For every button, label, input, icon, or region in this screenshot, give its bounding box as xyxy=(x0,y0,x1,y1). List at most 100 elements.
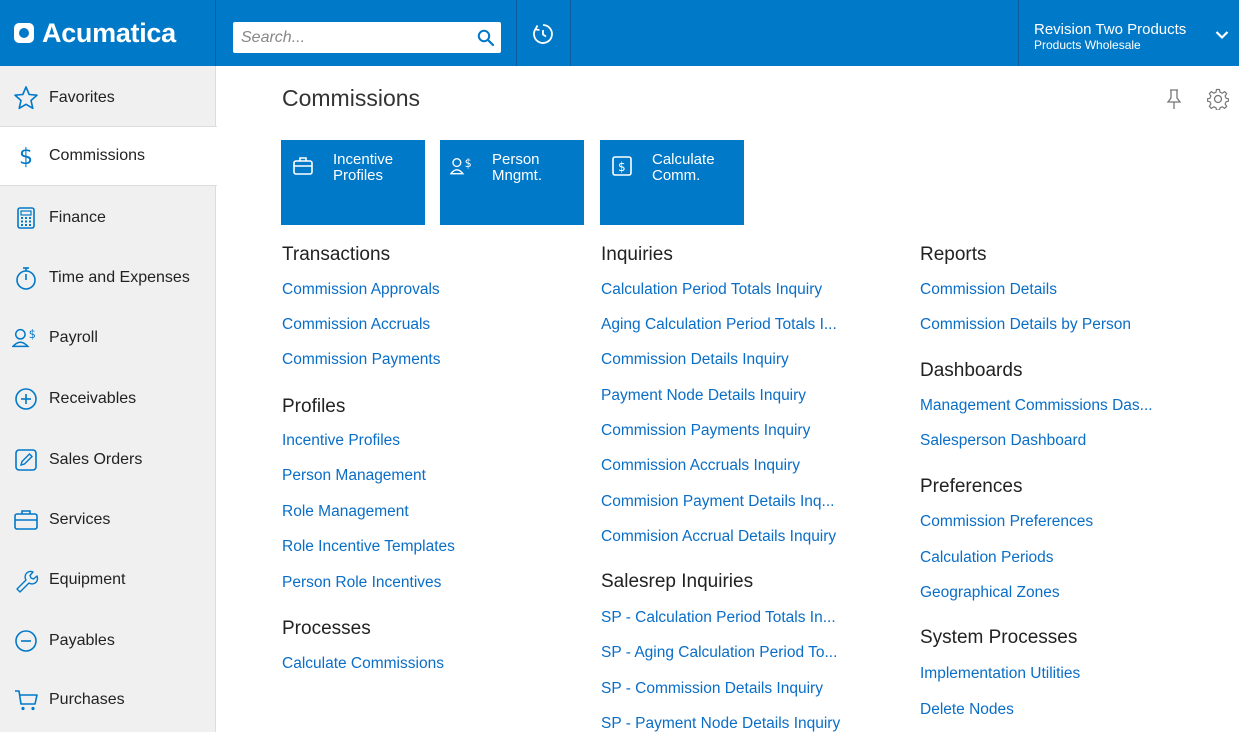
sidebar-item-label: Receivables xyxy=(49,390,137,407)
svg-text:$: $ xyxy=(465,157,472,170)
link-person-management[interactable]: Person Management xyxy=(282,467,426,485)
sidebar-item-label: Equipment xyxy=(49,571,126,588)
link-commission-details-by-person[interactable]: Commission Details by Person xyxy=(920,316,1131,334)
tile-label: Incentive Profiles xyxy=(333,151,394,184)
link-role-incentive-templates[interactable]: Role Incentive Templates xyxy=(282,538,455,556)
sidebar-item-sales-orders[interactable]: Sales Orders xyxy=(0,430,216,490)
section-title-system-processes: System Processes xyxy=(920,627,1078,648)
section-title-profiles: Profiles xyxy=(282,396,346,417)
dollar-box-icon: $ xyxy=(610,154,634,178)
company-selector[interactable]: Revision Two Products Products Wholesale xyxy=(1018,0,1239,66)
logo[interactable]: Acumatica xyxy=(0,0,216,66)
search-box xyxy=(233,22,501,53)
tile-calculate-commissions[interactable]: $ Calculate Comm. xyxy=(600,140,744,225)
link-sp-commission-details-inquiry[interactable]: SP - Commission Details Inquiry xyxy=(601,680,823,698)
company-name: Revision Two Products xyxy=(1034,21,1187,38)
sidebar-item-payables[interactable]: Payables xyxy=(0,611,216,671)
briefcase-icon xyxy=(291,154,315,178)
sidebar-item-label: Finance xyxy=(49,209,106,226)
svg-text:$: $ xyxy=(618,160,626,174)
tile-person-management[interactable]: $ Person Mngmt. xyxy=(440,140,584,225)
tile-incentive-profiles[interactable]: Incentive Profiles xyxy=(281,140,425,225)
top-bar: Acumatica Revision Two Products Products… xyxy=(0,0,1239,66)
link-geographical-zones[interactable]: Geographical Zones xyxy=(920,584,1060,602)
link-commission-preferences[interactable]: Commission Preferences xyxy=(920,513,1093,531)
link-person-role-incentives[interactable]: Person Role Incentives xyxy=(282,574,441,592)
link-role-management[interactable]: Role Management xyxy=(282,503,409,521)
link-salesperson-dashboard[interactable]: Salesperson Dashboard xyxy=(920,432,1086,450)
sidebar-item-time-and-expenses[interactable]: Time and Expenses xyxy=(0,248,216,308)
pencil-box-icon xyxy=(12,446,40,474)
chevron-down-icon xyxy=(1215,31,1229,40)
history-icon[interactable] xyxy=(516,14,570,54)
link-sp-payment-node-details-inquiry[interactable]: SP - Payment Node Details Inquiry xyxy=(601,715,840,733)
link-commision-payment-details-inquiry[interactable]: Commision Payment Details Inq... xyxy=(601,493,834,511)
gear-icon[interactable] xyxy=(1206,88,1230,115)
search-input[interactable] xyxy=(233,22,471,53)
link-payment-node-details-inquiry[interactable]: Payment Node Details Inquiry xyxy=(601,387,806,405)
page-title: Commissions xyxy=(282,85,421,111)
sidebar-item-favorites[interactable]: Favorites xyxy=(0,68,216,128)
pin-icon[interactable] xyxy=(1164,88,1184,115)
link-commission-accruals-inquiry[interactable]: Commission Accruals Inquiry xyxy=(601,457,800,475)
sidebar-item-finance[interactable]: Finance xyxy=(0,188,216,248)
person-dollar-icon: $ xyxy=(450,154,474,178)
link-aging-calculation-period-totals[interactable]: Aging Calculation Period Totals I... xyxy=(601,316,837,334)
sidebar-item-label: Purchases xyxy=(49,691,125,708)
link-implementation-utilities[interactable]: Implementation Utilities xyxy=(920,665,1080,683)
section-title-inquiries: Inquiries xyxy=(601,244,673,265)
section-title-dashboards: Dashboards xyxy=(920,360,1023,381)
sidebar-item-equipment[interactable]: Equipment xyxy=(0,550,216,610)
branch-name: Products Wholesale xyxy=(1034,38,1141,52)
link-delete-nodes[interactable]: Delete Nodes xyxy=(920,701,1014,719)
sidebar-item-services[interactable]: Services xyxy=(0,490,216,550)
link-calculate-commissions[interactable]: Calculate Commissions xyxy=(282,655,444,673)
sidebar-item-commissions[interactable]: $ Commissions xyxy=(0,126,217,186)
link-commission-payments-inquiry[interactable]: Commission Payments Inquiry xyxy=(601,422,810,440)
sidebar-item-label: Payroll xyxy=(49,329,98,346)
link-calculation-periods[interactable]: Calculation Periods xyxy=(920,549,1054,567)
link-commission-payments[interactable]: Commission Payments xyxy=(282,351,441,369)
acumatica-logo-icon xyxy=(14,23,34,43)
link-management-commissions-dashboard[interactable]: Management Commissions Das... xyxy=(920,397,1153,415)
search-icon[interactable] xyxy=(471,22,501,53)
sidebar-item-label: Payables xyxy=(49,632,115,649)
dollar-icon: $ xyxy=(12,142,40,170)
link-commission-approvals[interactable]: Commission Approvals xyxy=(282,281,440,299)
tile-label: Calculate Comm. xyxy=(652,151,715,184)
sidebar: Favorites $ Commissions Finance Time and… xyxy=(0,66,217,732)
logo-text: Acumatica xyxy=(42,17,176,48)
minus-circle-icon xyxy=(12,627,40,655)
main-content: Commissions Incentive Profiles $ Person … xyxy=(217,66,1239,732)
cart-icon xyxy=(12,686,40,714)
divider xyxy=(570,0,571,66)
link-incentive-profiles[interactable]: Incentive Profiles xyxy=(282,432,400,450)
stopwatch-icon xyxy=(12,264,40,292)
sidebar-item-label: Sales Orders xyxy=(49,451,143,468)
sidebar-item-label: Services xyxy=(49,511,111,528)
tile-label: Person Mngmt. xyxy=(492,151,543,184)
sidebar-item-payroll[interactable]: $ Payroll xyxy=(0,308,216,368)
sidebar-item-receivables[interactable]: Receivables xyxy=(0,369,216,429)
calculator-icon xyxy=(12,204,40,232)
link-sp-calculation-period-totals[interactable]: SP - Calculation Period Totals In... xyxy=(601,609,836,627)
link-calculation-period-totals-inquiry[interactable]: Calculation Period Totals Inquiry xyxy=(601,281,822,299)
link-commission-details-inquiry[interactable]: Commission Details Inquiry xyxy=(601,351,789,369)
sidebar-item-label: Commissions xyxy=(49,147,146,164)
link-commission-details[interactable]: Commission Details xyxy=(920,281,1057,299)
briefcase-icon xyxy=(12,506,40,534)
link-commision-accrual-details-inquiry[interactable]: Commision Accrual Details Inquiry xyxy=(601,528,836,546)
sidebar-item-purchases[interactable]: Purchases xyxy=(0,670,216,730)
plus-circle-icon xyxy=(12,385,40,413)
wrench-icon xyxy=(12,566,40,594)
svg-text:$: $ xyxy=(29,328,36,341)
star-icon xyxy=(12,84,40,112)
sidebar-item-label: Time and Expenses xyxy=(49,269,190,286)
section-title-transactions: Transactions xyxy=(282,244,391,265)
section-title-processes: Processes xyxy=(282,618,371,639)
person-dollar-icon: $ xyxy=(12,324,40,352)
svg-text:$: $ xyxy=(19,145,33,169)
link-sp-aging-calculation-period[interactable]: SP - Aging Calculation Period To... xyxy=(601,644,837,662)
section-title-preferences: Preferences xyxy=(920,476,1023,497)
link-commission-accruals[interactable]: Commission Accruals xyxy=(282,316,430,334)
